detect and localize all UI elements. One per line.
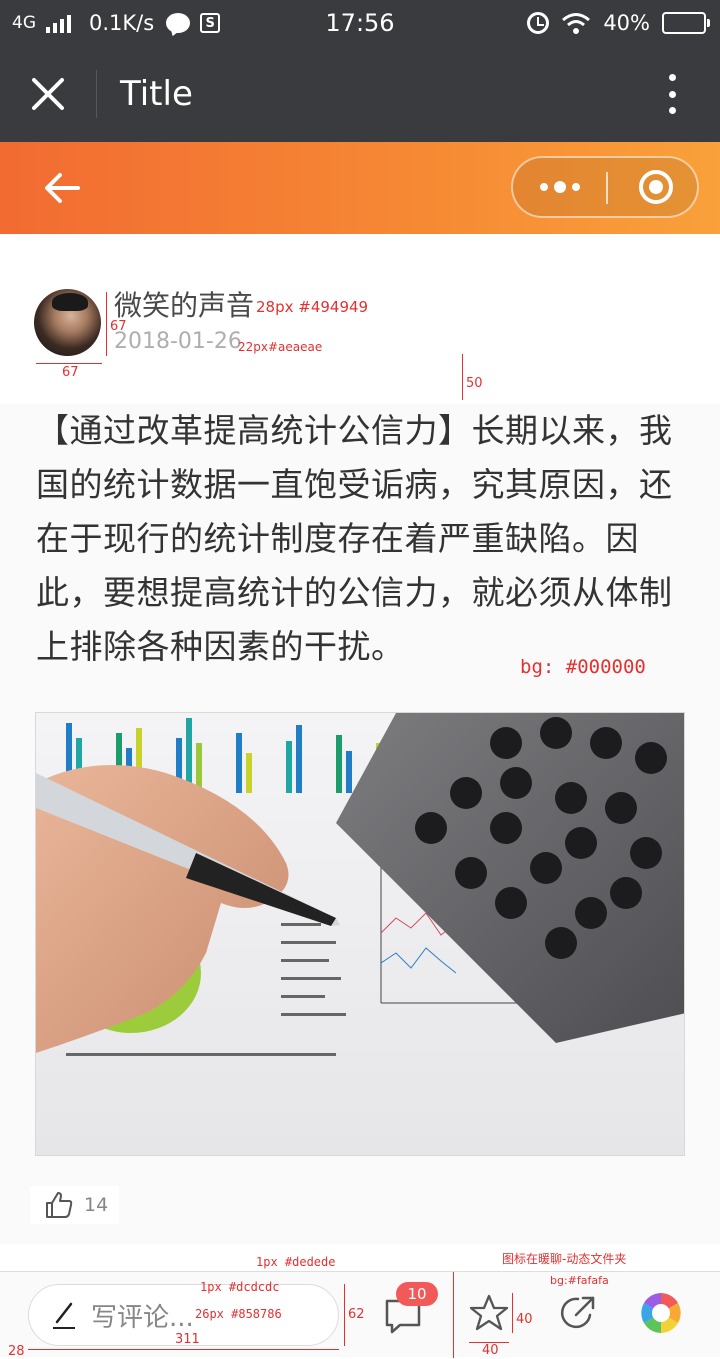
annotation-input-height: 62 (348, 1307, 365, 1322)
dimension-line (512, 1293, 513, 1333)
network-speed: 0.1K/s (89, 11, 155, 35)
annotation-avatar-height: 67 (110, 319, 127, 334)
sim-icon: S (200, 13, 221, 33)
page-title: Title (120, 74, 193, 114)
capsule-menu (511, 156, 699, 218)
comment-placeholder: 写评论... (91, 1302, 194, 1333)
title-bar: Title (0, 46, 720, 142)
annotation-input-border: 1px #dcdcdc (200, 1280, 280, 1294)
folder-color-icon[interactable] (640, 1292, 682, 1334)
pen-icon (53, 1302, 75, 1329)
author-header: 微笑的声音 2018-01-26 28px #494949 22px#aeaea… (0, 234, 720, 404)
capsule-divider (606, 172, 608, 204)
article-text: 【通过改革提高统计公信力】长期以来，我国的统计数据一直饱受诟病，究其原因，还在于… (36, 411, 673, 666)
post-date: 2018-01-26 (114, 329, 242, 354)
dimension-line (106, 292, 107, 356)
dimension-line (462, 354, 463, 400)
close-icon[interactable] (24, 70, 72, 118)
battery-icon (662, 12, 710, 34)
annotation-icon-size: 40 (516, 1312, 533, 1327)
annotation-bg: bg: #000000 (520, 656, 646, 678)
annotation-icon-width: 40 (482, 1343, 499, 1358)
comment-count-badge: 10 (396, 1282, 438, 1306)
capsule-close-icon[interactable] (639, 170, 673, 204)
annotation-gap: 50 (466, 376, 483, 391)
article: 【通过改革提高统计公信力】长期以来，我国的统计数据一直饱受诟病，究其原因，还在于… (0, 404, 720, 1244)
annotation-folder-note: 图标在暖聊-动态文件夹 (502, 1252, 627, 1266)
article-image[interactable] (35, 712, 685, 1156)
star-icon[interactable] (469, 1293, 509, 1333)
annotation-input-width: 311 (175, 1332, 200, 1347)
like-button[interactable]: 14 (30, 1186, 119, 1224)
mini-program-nav (0, 142, 720, 234)
dimension-line (344, 1284, 345, 1346)
back-arrow-icon[interactable] (38, 164, 86, 212)
dimension-line (453, 1272, 454, 1358)
calculator-chart-photo (36, 713, 684, 1155)
battery-percent: 40% (603, 11, 650, 35)
signal-icon (46, 13, 71, 33)
annotation-date-spec: 22px#aeaeae (238, 340, 323, 354)
status-bar: 4G 0.1K/s S 17:56 40% (0, 0, 720, 46)
avatar[interactable] (34, 289, 101, 356)
author-name[interactable]: 微笑的声音 (114, 284, 254, 324)
annotation-bar-bg: bg:#fafafa (550, 1274, 609, 1287)
annotation-name-spec: 28px #494949 (256, 298, 369, 316)
status-left: 4G 0.1K/s S (12, 0, 221, 46)
bottom-bar: bg:#fafafa 写评论... 1px #dcdcdc 26px #8587… (0, 1271, 720, 1359)
like-count: 14 (84, 1194, 109, 1216)
more-vertical-icon[interactable] (664, 74, 680, 114)
annotation-avatar-width: 67 (62, 365, 79, 380)
thumbs-up-icon (46, 1192, 73, 1218)
alarm-icon (527, 12, 550, 34)
share-icon[interactable] (558, 1293, 598, 1333)
annotation-bar-border: 1px #dedede (256, 1255, 336, 1269)
dimension-line (28, 1349, 339, 1350)
status-right: 40% (527, 0, 710, 46)
capsule-more-icon[interactable] (527, 158, 593, 216)
network-type: 4G (12, 13, 36, 33)
wifi-icon (562, 13, 591, 34)
dimension-line (36, 363, 102, 364)
title-divider (96, 70, 97, 118)
message-icon (166, 13, 191, 33)
annotation-input-text: 26px #858786 (195, 1307, 282, 1321)
